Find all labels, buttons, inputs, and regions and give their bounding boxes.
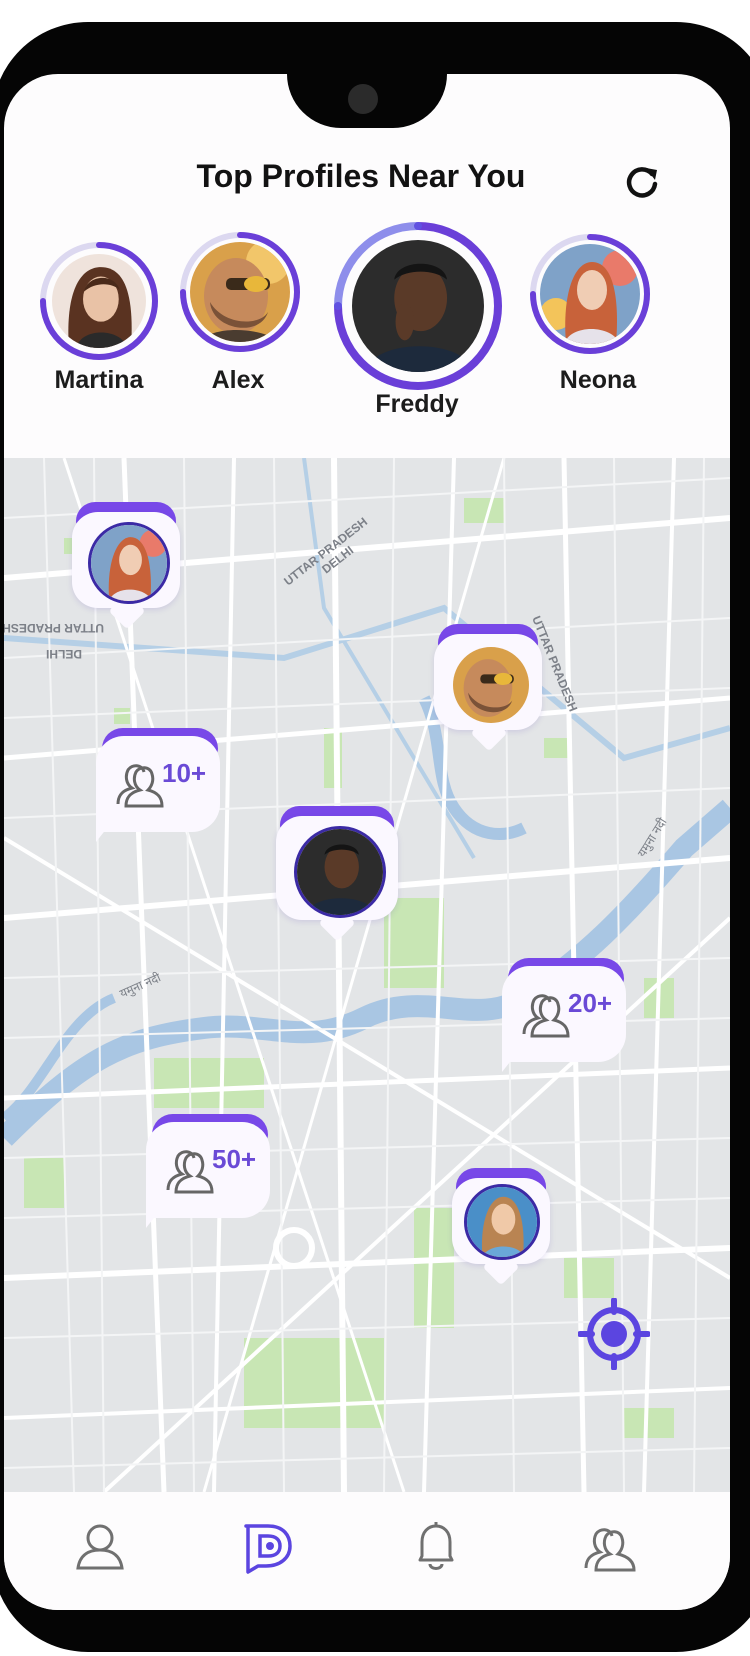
tab-notifications[interactable] bbox=[408, 1518, 464, 1574]
map-pin-avatar bbox=[464, 1184, 540, 1260]
map-view[interactable]: UTTAR PRADESH DELHI UTTAR PRADESH DELHI … bbox=[4, 458, 730, 1492]
map-pin-avatar bbox=[88, 522, 170, 604]
map-pin-neona[interactable] bbox=[72, 502, 180, 630]
users-icon bbox=[522, 994, 570, 1038]
tab-chat[interactable] bbox=[240, 1518, 296, 1574]
map-pin-avatar bbox=[294, 826, 386, 918]
profile-name-martina: Martina bbox=[54, 366, 144, 394]
map-label-delhi-2: DELHI bbox=[46, 647, 82, 661]
avatar-alex[interactable] bbox=[190, 242, 290, 342]
group-count: 10+ bbox=[162, 758, 207, 788]
phone-frame: Top Profiles Near You Martina Alex Fredd… bbox=[0, 22, 750, 1652]
bottom-tab-bar bbox=[4, 1492, 730, 1610]
profile-name-neona: Neona bbox=[559, 366, 637, 394]
crosshair-icon[interactable] bbox=[578, 1298, 650, 1370]
user-icon bbox=[76, 1524, 124, 1570]
map-group-pin-20[interactable]: 20+ bbox=[502, 958, 626, 1082]
bell-icon bbox=[418, 1522, 454, 1570]
map-pin-alex[interactable] bbox=[434, 624, 542, 752]
avatar-neona[interactable] bbox=[540, 244, 640, 344]
tab-friends[interactable] bbox=[582, 1518, 638, 1574]
map-pin-woman[interactable] bbox=[452, 1168, 550, 1286]
map-group-pin-50[interactable]: 50+ bbox=[146, 1114, 270, 1238]
tab-profile[interactable] bbox=[72, 1518, 128, 1574]
profile-name-freddy: Freddy bbox=[375, 390, 459, 418]
refresh-icon[interactable] bbox=[622, 162, 662, 202]
avatar-freddy[interactable] bbox=[352, 240, 484, 372]
avatar-martina[interactable] bbox=[52, 254, 146, 348]
group-count: 20+ bbox=[568, 988, 613, 1018]
users-icon bbox=[166, 1150, 214, 1194]
map-label-up-2: UTTAR PRADESH bbox=[4, 621, 104, 635]
screen: Top Profiles Near You Martina Alex Fredd… bbox=[4, 74, 730, 1610]
map-pin-freddy[interactable] bbox=[276, 806, 398, 942]
map-group-pin-10[interactable]: 10+ bbox=[96, 728, 220, 852]
profile-name-alex: Alex bbox=[211, 366, 265, 394]
camera-icon bbox=[348, 84, 378, 114]
users-icon bbox=[116, 764, 164, 808]
group-count: 50+ bbox=[212, 1144, 257, 1174]
map-pin-avatar bbox=[450, 644, 532, 726]
chat-logo-icon bbox=[244, 1524, 292, 1574]
users-icon bbox=[584, 1528, 636, 1572]
